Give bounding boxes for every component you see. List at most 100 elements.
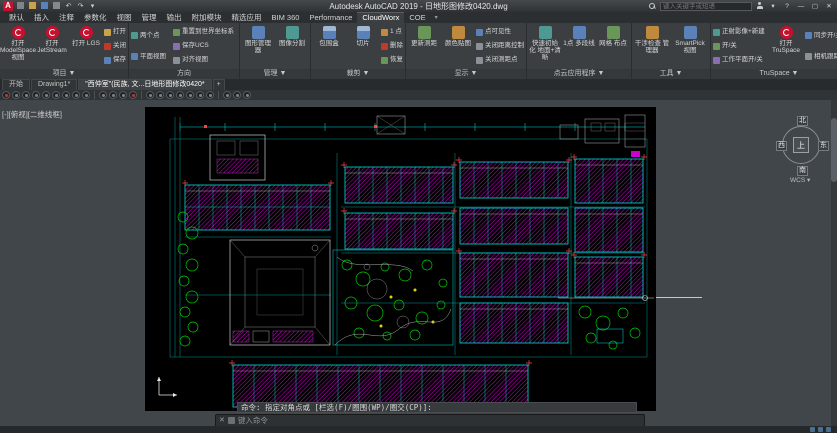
viewport-tool-icon[interactable] <box>52 91 60 99</box>
minimize-button[interactable]: — <box>796 2 806 11</box>
tab-performance[interactable]: Performance <box>304 12 357 23</box>
command-close-icon[interactable]: ✕ <box>219 415 225 426</box>
tab-bim360[interactable]: BIM 360 <box>267 12 305 23</box>
tab-view[interactable]: 视图 <box>112 12 137 23</box>
viewport-tool-icon[interactable] <box>233 91 241 99</box>
color-map-button[interactable]: 颜色贴图 <box>442 24 474 68</box>
panel-label-pointcloud-apps[interactable]: 点云应用程序 ▼ <box>527 69 631 79</box>
command-customize-icon[interactable] <box>228 417 235 424</box>
viewcube-east[interactable]: 东 <box>818 141 829 151</box>
new-file-icon[interactable] <box>16 2 25 11</box>
status-icon[interactable] <box>826 427 831 432</box>
reset-wcs-button[interactable]: 重置到世界坐标系 <box>173 28 237 36</box>
close-button[interactable]: ✕ <box>824 2 834 11</box>
tab-insert[interactable]: 插入 <box>29 12 54 23</box>
save-icon[interactable] <box>40 2 49 11</box>
account-dropdown-icon[interactable]: ▾ <box>768 2 778 11</box>
viewport-tool-icon[interactable] <box>62 91 70 99</box>
open-file-icon[interactable] <box>28 2 37 11</box>
tab-coe[interactable]: COE <box>404 12 430 23</box>
mesh-points-button[interactable]: 网格 布点 <box>597 24 629 68</box>
polyline-1pt-button[interactable]: 1点 多段线 <box>563 24 595 68</box>
bounding-box-button[interactable]: 包围盒 <box>313 24 345 68</box>
viewcube-west[interactable]: 西 <box>776 141 787 151</box>
viewport-tool-icon[interactable] <box>223 91 231 99</box>
print-icon[interactable] <box>52 2 61 11</box>
panel-label-manage[interactable]: 管理 ▼ <box>240 69 310 79</box>
project-close-button[interactable]: 关闭 <box>104 42 126 50</box>
viewcube-top-face[interactable]: 上 <box>793 137 809 153</box>
sync-toggle-button[interactable]: 同步开/关 <box>805 32 837 40</box>
clash-manager-button[interactable]: 干涉检查 管理器 <box>634 24 670 68</box>
tab-default[interactable]: 默认 <box>4 12 29 23</box>
point-visibility-button[interactable]: 点可见性 <box>476 28 524 36</box>
viewport-controls-label[interactable]: [-][俯视][二维线框] <box>2 109 62 120</box>
restore-clip-button[interactable]: 恢复 <box>381 56 403 64</box>
image-split-button[interactable]: 图像分割 <box>276 24 308 68</box>
smartpick-view-button[interactable]: SmartPick视图 <box>672 24 708 68</box>
open-truspace-button[interactable]: 打开 TruSpace <box>769 24 803 68</box>
save-ucs-button[interactable]: 保存UCS <box>173 42 237 50</box>
tab-output[interactable]: 输出 <box>162 12 187 23</box>
ortho-image-button[interactable]: 正射影像+新建 <box>713 28 767 36</box>
delete-clip-button[interactable]: 删除 <box>381 42 403 50</box>
workplane-toggle-button[interactable]: 工作平面开/关 <box>713 56 767 64</box>
vertical-scrollbar[interactable] <box>831 100 837 426</box>
undo-icon[interactable]: ↶ <box>64 2 73 11</box>
one-point-button[interactable]: 1 点 <box>381 28 403 36</box>
viewport-tool-icon[interactable] <box>146 91 154 99</box>
two-points-button[interactable]: 两个点 <box>131 32 171 40</box>
viewport-tool-icon[interactable] <box>42 91 50 99</box>
viewport-tool-icon[interactable] <box>12 91 20 99</box>
new-drawing-tab-button[interactable]: + <box>213 79 225 90</box>
slice-button[interactable]: 切片 <box>347 24 379 68</box>
panel-label-clip[interactable]: 裁剪 ▼ <box>311 69 405 79</box>
viewport-tool-icon[interactable] <box>196 91 204 99</box>
open-lgs-button[interactable]: 打开 LGS <box>70 24 102 68</box>
help-search-input[interactable] <box>660 2 752 11</box>
panel-label-display[interactable]: 显示 ▼ <box>406 69 526 79</box>
viewport-tool-icon[interactable] <box>243 91 251 99</box>
viewcube-south[interactable]: 南 <box>797 166 808 176</box>
command-line-input[interactable]: ✕ 键入命令 <box>215 414 645 426</box>
open-jetstream-button[interactable]: 打开 JetStream <box>36 24 68 68</box>
viewport-tool-icon[interactable] <box>72 91 80 99</box>
viewport-tool-icon[interactable] <box>129 91 137 99</box>
distance-control-button[interactable]: 关闭距离控制 <box>476 42 524 50</box>
panel-label-tools[interactable]: 工具 ▼ <box>632 69 710 79</box>
viewport-tool-icon[interactable] <box>186 91 194 99</box>
viewport-tool-icon[interactable] <box>82 91 90 99</box>
ribbon-collapse-icon[interactable]: ▾ <box>435 14 438 23</box>
panel-label-truspace[interactable]: TruSpace ▼ <box>711 69 837 79</box>
viewport-tool-icon[interactable] <box>176 91 184 99</box>
viewcube-wcs-dropdown[interactable]: WCS ▾ <box>790 176 810 184</box>
viewport-tool-icon[interactable] <box>2 91 10 99</box>
viewport-tool-icon[interactable] <box>119 91 127 99</box>
sign-in-icon[interactable] <box>756 2 764 10</box>
tab-cloudworx[interactable]: CloudWorx <box>357 12 404 23</box>
open-modelspace-button[interactable]: 打开 ModelSpace视图 <box>2 24 34 68</box>
project-save-button[interactable]: 保存 <box>104 56 126 64</box>
file-tab-active-drawing[interactable]: "西仲室"(民族, 文...日地形图修改0420* <box>78 79 211 90</box>
truspace-toggle-button[interactable]: 开/关 <box>713 42 767 50</box>
project-open-button[interactable]: 打开 <box>104 28 126 36</box>
viewport-tool-icon[interactable] <box>22 91 30 99</box>
tab-manage[interactable]: 管理 <box>137 12 162 23</box>
help-icon[interactable]: ? <box>782 2 792 11</box>
tab-featured-apps[interactable]: 精选应用 <box>227 12 267 23</box>
update-regen-button[interactable]: 更新测距 <box>408 24 440 68</box>
viewport-tool-icon[interactable] <box>156 91 164 99</box>
autocad-app-icon[interactable]: A <box>3 1 13 11</box>
quick-access-dropdown-icon[interactable]: ▾ <box>88 2 97 11</box>
status-icon[interactable] <box>818 427 823 432</box>
viewport-tool-icon[interactable] <box>166 91 174 99</box>
tab-addins[interactable]: 附加模块 <box>187 12 227 23</box>
model-space-canvas[interactable] <box>145 107 656 411</box>
graphics-manager-button[interactable]: 图形管理器 <box>242 24 274 68</box>
redo-icon[interactable]: ↷ <box>76 2 85 11</box>
panel-label-project[interactable]: 项目 ▼ <box>0 69 128 79</box>
tab-parametric[interactable]: 参数化 <box>79 12 112 23</box>
viewcube-north[interactable]: 北 <box>797 116 808 126</box>
range-points-button[interactable]: 关闭测距点 <box>476 56 524 64</box>
viewport-tool-icon[interactable] <box>206 91 214 99</box>
